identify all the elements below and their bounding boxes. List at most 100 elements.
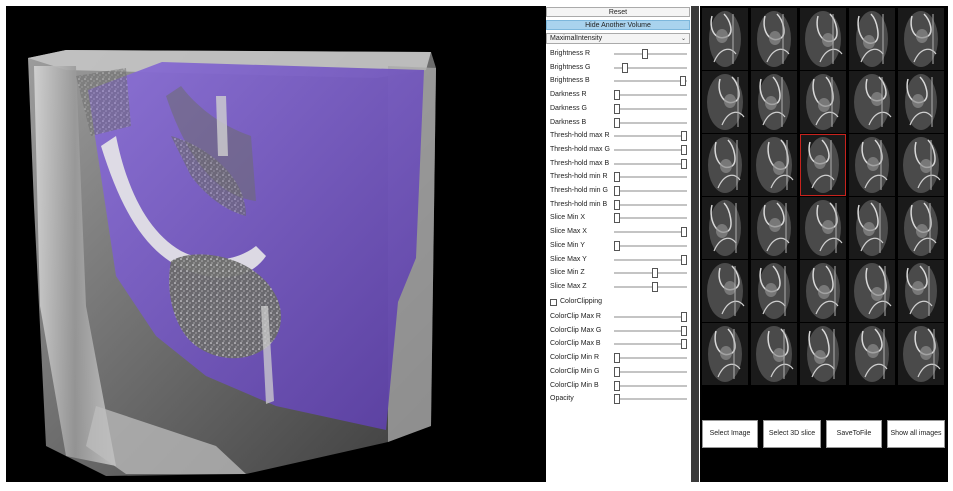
slider[interactable] xyxy=(614,267,687,279)
slider-thumb[interactable] xyxy=(681,131,687,142)
mri-slice-thumbnail[interactable] xyxy=(702,8,748,70)
show-all-images-button[interactable]: Show all images xyxy=(887,420,945,448)
slider-label: Thresh-hold max G xyxy=(550,145,610,153)
mri-slice-thumbnail[interactable] xyxy=(898,323,944,385)
mri-slice-thumbnail[interactable] xyxy=(898,134,944,196)
slider-thumb[interactable] xyxy=(681,254,687,265)
colorclipping-label: ColorClipping xyxy=(560,298,603,305)
slider-thumb[interactable] xyxy=(614,199,620,210)
slider[interactable] xyxy=(614,89,687,101)
slider-track xyxy=(614,370,687,373)
hide-another-volume-button[interactable]: Hide Another Volume xyxy=(546,20,690,30)
slider[interactable] xyxy=(614,171,687,183)
mri-slice-thumbnail[interactable] xyxy=(849,197,895,259)
slider[interactable] xyxy=(614,158,687,170)
render-mode-select[interactable]: MaximalIntensity ⌄ xyxy=(546,33,690,44)
slider-thumb[interactable] xyxy=(614,172,620,183)
mri-slice-thumbnail[interactable] xyxy=(898,260,944,322)
mri-slice-thumbnail[interactable] xyxy=(751,8,797,70)
slider[interactable] xyxy=(614,311,687,323)
slider-thumb[interactable] xyxy=(652,281,659,292)
mri-slice-thumbnail[interactable] xyxy=(898,197,944,259)
slider-thumb[interactable] xyxy=(614,394,620,405)
slider[interactable] xyxy=(614,185,687,197)
slider-thumb[interactable] xyxy=(642,49,649,59)
slider-thumb[interactable] xyxy=(614,90,620,101)
slider-thumb[interactable] xyxy=(614,186,620,196)
slider[interactable] xyxy=(614,366,687,378)
slider[interactable] xyxy=(614,212,687,224)
slider-thumb[interactable] xyxy=(614,117,620,128)
slider-thumb[interactable] xyxy=(622,62,629,73)
mri-slice-thumbnail[interactable] xyxy=(702,260,748,322)
mri-slice-thumbnail[interactable] xyxy=(702,197,748,259)
slider[interactable] xyxy=(614,281,687,293)
mri-slice-thumbnail[interactable] xyxy=(702,323,748,385)
slider[interactable] xyxy=(614,130,687,142)
slider-label: Darkness G xyxy=(550,104,587,112)
volume-render-viewport[interactable] xyxy=(6,6,546,482)
slider-label: ColorClip Max R xyxy=(550,313,601,320)
slider-thumb[interactable] xyxy=(681,158,687,169)
mri-slice-thumbnail[interactable] xyxy=(849,323,895,385)
slider[interactable] xyxy=(614,226,687,238)
mri-slice-thumbnail[interactable] xyxy=(849,8,895,70)
mri-slice-thumbnail[interactable] xyxy=(751,323,797,385)
save-to-file-button[interactable]: SaveToFile xyxy=(826,420,882,448)
mri-slice-thumbnail[interactable] xyxy=(751,260,797,322)
slider-track xyxy=(614,80,687,83)
mri-slice-thumbnail[interactable] xyxy=(849,260,895,322)
slider-thumb[interactable] xyxy=(681,144,687,155)
slider[interactable] xyxy=(614,393,687,405)
slider[interactable] xyxy=(614,62,687,74)
slider-thumb[interactable] xyxy=(614,380,620,391)
slider[interactable] xyxy=(614,352,687,364)
slider[interactable] xyxy=(614,325,687,337)
slider-thumb[interactable] xyxy=(679,76,686,87)
slider[interactable] xyxy=(614,144,687,156)
thumbnail-grid xyxy=(700,6,948,386)
control-panel: Reset Hide Another Volume MaximalIntensi… xyxy=(546,6,691,482)
slider-thumb[interactable] xyxy=(614,103,620,114)
slider[interactable] xyxy=(614,199,687,211)
mri-slice-thumbnail[interactable] xyxy=(800,8,846,70)
slider-thumb[interactable] xyxy=(681,339,687,350)
mri-slice-thumbnail[interactable] xyxy=(849,134,895,196)
select-image-button[interactable]: Select Image xyxy=(702,420,758,448)
slider-track xyxy=(614,231,687,234)
slider[interactable] xyxy=(614,117,687,129)
slider-thumb[interactable] xyxy=(614,353,620,364)
mri-slice-thumbnail[interactable] xyxy=(849,71,895,133)
slider-thumb[interactable] xyxy=(652,268,659,279)
mri-slice-thumbnail[interactable] xyxy=(898,8,944,70)
slider-track xyxy=(614,343,687,346)
slider-thumb[interactable] xyxy=(614,213,620,224)
mri-slice-thumbnail[interactable] xyxy=(751,197,797,259)
slider[interactable] xyxy=(614,103,687,115)
slider-thumb[interactable] xyxy=(681,227,687,238)
mri-slice-thumbnail[interactable] xyxy=(702,134,748,196)
slider-thumb[interactable] xyxy=(614,366,620,377)
mri-slice-thumbnail[interactable] xyxy=(751,134,797,196)
mri-slice-thumbnail[interactable] xyxy=(800,323,846,385)
slider[interactable] xyxy=(614,380,687,392)
select-3d-slice-button[interactable]: Select 3D slice xyxy=(763,420,821,448)
mri-slice-thumbnail[interactable] xyxy=(800,260,846,322)
slider[interactable] xyxy=(614,338,687,350)
mri-slice-thumbnail[interactable] xyxy=(800,71,846,133)
colorclipping-checkbox[interactable] xyxy=(550,299,557,306)
mri-slice-thumbnail[interactable] xyxy=(800,134,846,196)
slider[interactable] xyxy=(614,254,687,266)
reset-button[interactable]: Reset xyxy=(546,7,690,17)
slider[interactable] xyxy=(614,240,687,252)
slider-thumb[interactable] xyxy=(614,240,620,251)
mri-slice-thumbnail[interactable] xyxy=(702,71,748,133)
slider[interactable] xyxy=(614,75,687,87)
slider-thumb[interactable] xyxy=(681,325,687,336)
mri-slice-thumbnail[interactable] xyxy=(898,71,944,133)
panel-divider[interactable] xyxy=(691,6,699,482)
mri-slice-thumbnail[interactable] xyxy=(800,197,846,259)
slider[interactable] xyxy=(614,48,687,60)
mri-slice-thumbnail[interactable] xyxy=(751,71,797,133)
slider-thumb[interactable] xyxy=(681,312,687,322)
